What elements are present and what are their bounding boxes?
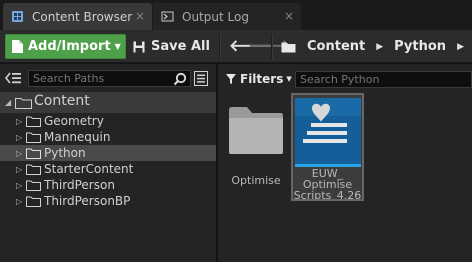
breadcrumb-python[interactable]: Python (394, 39, 446, 54)
breadcrumb-content[interactable]: Content (307, 39, 365, 54)
tree-item-label: Python (44, 146, 86, 160)
expand-arrow-icon[interactable]: ▷ (16, 197, 22, 206)
breadcrumb-arrow-icon[interactable]: ▶ (376, 42, 383, 52)
tree-item-label: StarterContent (44, 162, 134, 176)
folder-label: Optimise (231, 174, 281, 187)
folder-icon (26, 196, 41, 207)
tree-item-mannequin[interactable]: ▷ Mannequin (0, 129, 216, 145)
toolbar-divider (219, 34, 221, 59)
tree-item-python[interactable]: ▷ Python (0, 145, 216, 161)
save-icon (133, 41, 145, 52)
expand-arrow-icon[interactable]: ▷ (16, 181, 22, 190)
asset-type-bar (295, 164, 361, 167)
folder-icon (26, 132, 41, 143)
save-all-button[interactable]: Save All (133, 35, 210, 58)
folder-tile-optimise[interactable]: Optimise (218, 64, 294, 194)
sources-panel: ◢ Content ▷ Geometry ▷ Mannequin ▷ P (0, 64, 216, 262)
expand-arrow-icon[interactable]: ▷ (16, 149, 22, 158)
folder-icon (229, 107, 283, 154)
view-options-icon[interactable] (194, 71, 208, 86)
add-import-label: Add/Import (28, 39, 111, 54)
tab-content-browser[interactable]: Content Browser × (3, 3, 152, 30)
tab-bar: Content Browser × Output Log × (0, 0, 472, 30)
toolbar-divider (271, 34, 273, 59)
asset-tile-euw-optimise-scripts[interactable]: EUW_ Optimise Scripts_4.26 (291, 93, 364, 201)
tree-item-label: ThirdPersonBP (44, 194, 131, 208)
folder-icon (15, 98, 32, 109)
chevron-down-icon: ▼ (114, 42, 121, 51)
toolbar: Add/Import ▼ Save All 🡐 🡒 Content ▶ Pyth… (0, 30, 472, 63)
folder-tree: ◢ Content ▷ Geometry ▷ Mannequin ▷ Pytho… (0, 92, 216, 209)
expand-arrow-icon[interactable]: ▷ (16, 133, 22, 142)
expand-arrow-icon[interactable]: ▷ (16, 117, 22, 126)
tree-item-content[interactable]: ◢ Content (0, 92, 216, 113)
folder-icon (26, 116, 41, 127)
tree-item-startercontent[interactable]: ▷ StarterContent (0, 161, 216, 177)
folder-icon (281, 42, 296, 52)
tab-close-icon[interactable]: × (135, 10, 145, 22)
tab-label: Output Log (182, 9, 249, 24)
breadcrumb: Content ▶ Python ▶ (281, 35, 472, 58)
add-import-button[interactable]: Add/Import ▼ (5, 34, 126, 59)
search-icon[interactable] (173, 72, 187, 86)
tree-item-label: Geometry (44, 114, 104, 128)
tree-item-label: ThirdPerson (44, 178, 115, 192)
search-paths-input[interactable] (28, 70, 191, 87)
folder-icon (26, 180, 41, 191)
expand-arrow-icon[interactable]: ▷ (16, 165, 22, 174)
folder-icon (26, 148, 41, 159)
output-log-icon (161, 11, 174, 22)
tab-close-icon[interactable]: × (284, 10, 294, 22)
content-browser-icon (12, 11, 23, 22)
collapse-sources-icon[interactable] (4, 70, 22, 86)
editor-utility-widget-thumbnail (295, 98, 361, 164)
tree-item-thirdpersonbp[interactable]: ▷ ThirdPersonBP (0, 193, 216, 209)
expand-arrow-icon[interactable]: ◢ (5, 98, 11, 107)
search-assets-input[interactable] (295, 71, 472, 88)
breadcrumb-arrow-icon[interactable]: ▶ (457, 42, 464, 52)
save-all-label: Save All (151, 39, 210, 54)
tree-item-label: Content (34, 93, 90, 109)
tree-item-geometry[interactable]: ▷ Geometry (0, 113, 216, 129)
tree-item-thirdperson[interactable]: ▷ ThirdPerson (0, 177, 216, 193)
asset-label: EUW_ Optimise Scripts_4.26 (293, 168, 362, 199)
folder-icon (26, 164, 41, 175)
asset-view: Filters ▼ Optimise EUW_ Optimise Scripts… (218, 64, 472, 262)
new-file-icon (12, 40, 23, 53)
tree-item-label: Mannequin (44, 130, 111, 144)
tab-output-log[interactable]: Output Log × (153, 3, 301, 30)
tab-label: Content Browser (32, 9, 133, 24)
